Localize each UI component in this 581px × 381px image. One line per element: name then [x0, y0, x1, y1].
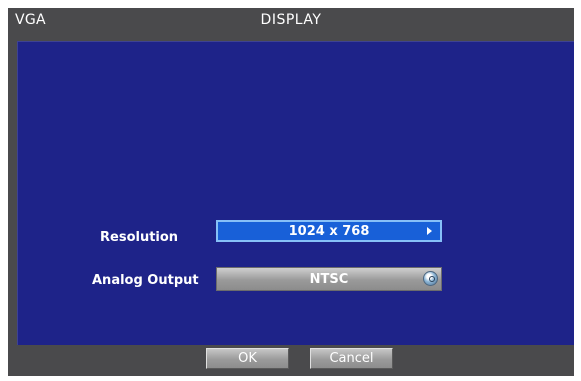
- resolution-selector[interactable]: 1024 x 768: [216, 220, 442, 242]
- settings-panel: Resolution 1024 x 768 Analog Output NTSC: [17, 41, 574, 345]
- title-bar: VGA DISPLAY: [8, 8, 574, 40]
- cancel-button[interactable]: Cancel: [310, 348, 393, 369]
- resolution-value: 1024 x 768: [288, 224, 370, 239]
- analog-output-label: Analog Output: [92, 273, 199, 288]
- analog-output-selector[interactable]: NTSC: [216, 267, 442, 291]
- cycle-icon[interactable]: [423, 271, 438, 286]
- display-dialog: VGA DISPLAY Resolution 1024 x 768 Analog…: [8, 8, 574, 376]
- resolution-label: Resolution: [100, 230, 179, 245]
- ok-button[interactable]: OK: [206, 348, 289, 369]
- arrow-right-icon[interactable]: [427, 227, 432, 235]
- analog-output-value: NTSC: [309, 272, 349, 287]
- dialog-title: DISPLAY: [260, 12, 322, 28]
